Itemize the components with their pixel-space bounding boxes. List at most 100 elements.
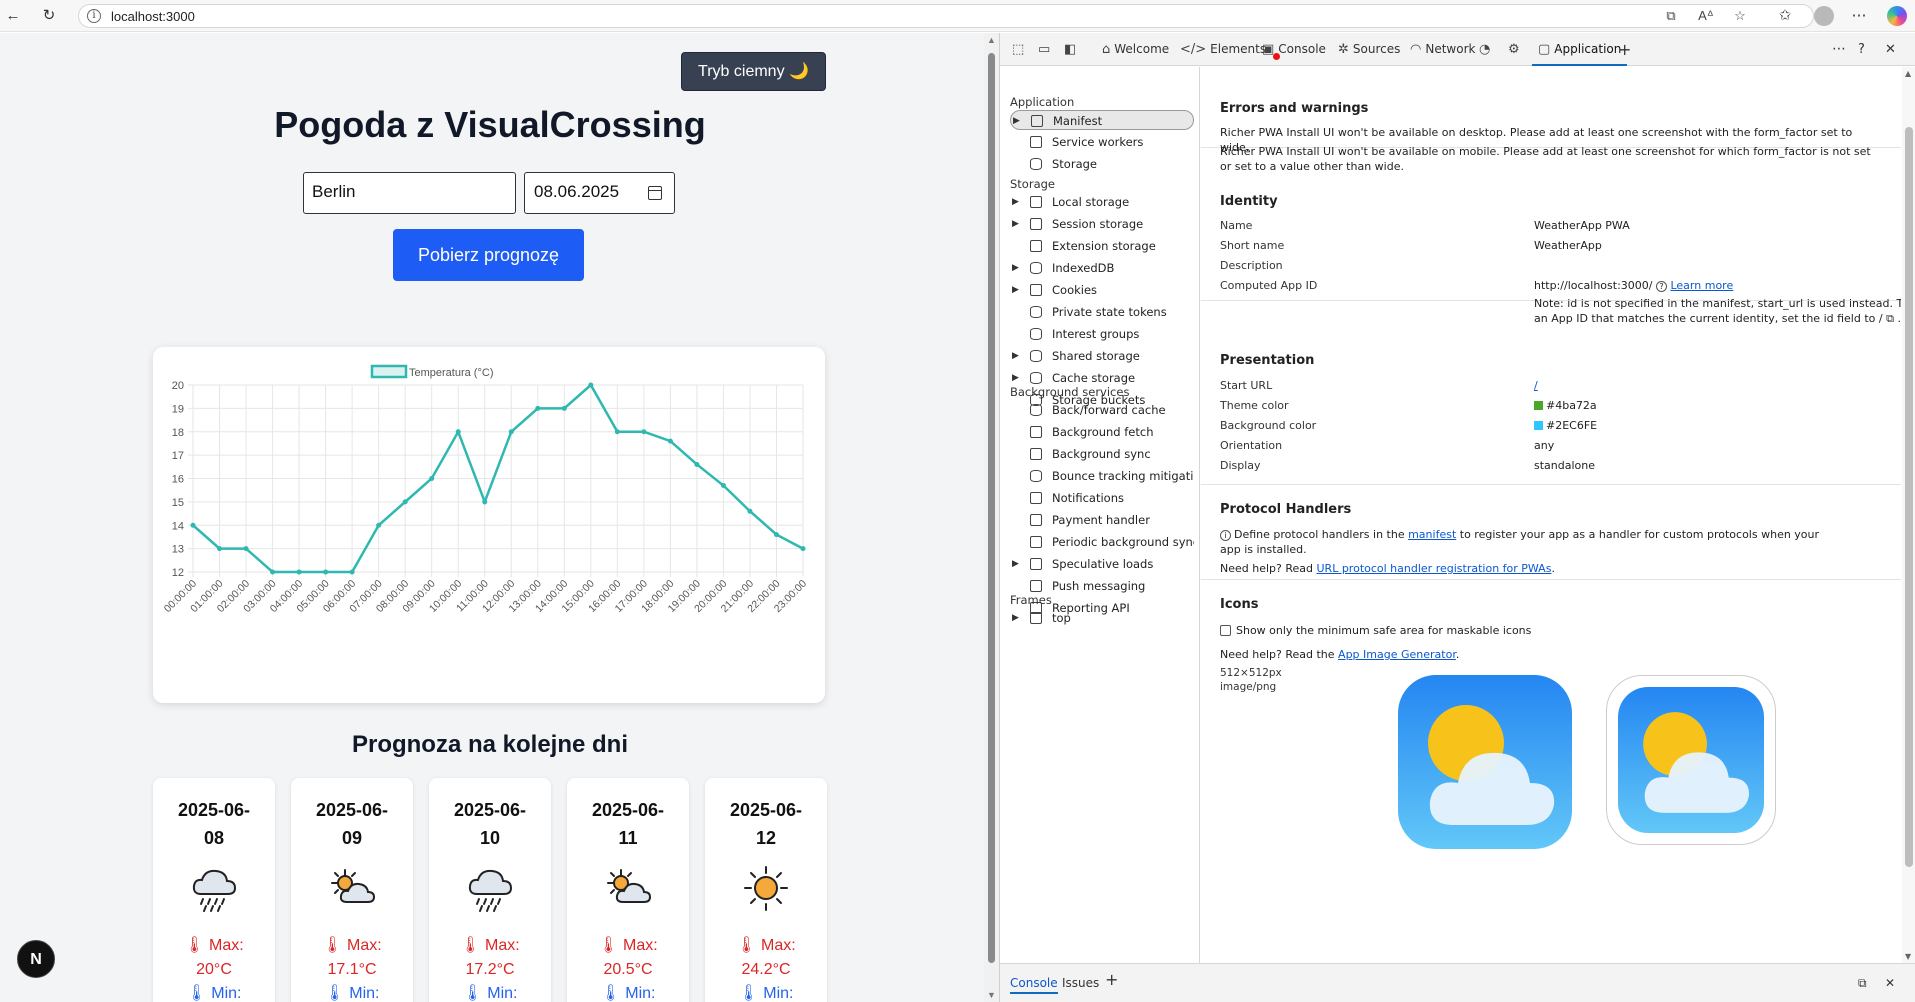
expand-arrow-icon[interactable]: ▶	[1012, 554, 1019, 574]
data-point	[270, 569, 276, 575]
add-tab-icon[interactable]: +	[1618, 33, 1631, 66]
tab-console[interactable]: ▣ Console	[1262, 33, 1326, 66]
sidebar-item-background-fetch[interactable]: Background fetch	[1010, 422, 1194, 442]
info-icon[interactable]: i	[87, 9, 101, 23]
help-circle-icon[interactable]: ?	[1655, 281, 1667, 292]
favorites-icon[interactable]: ✩	[1776, 7, 1794, 25]
sidebar-item-extension-storage[interactable]: Extension storage	[1010, 236, 1194, 256]
sidebar-item-cookies[interactable]: ▶ Cookies	[1010, 280, 1194, 300]
expand-arrow-icon[interactable]: ▶	[1012, 608, 1019, 628]
manifest-link[interactable]: manifest	[1408, 528, 1456, 541]
protocol-help-link[interactable]: URL protocol handler registration for PW…	[1317, 562, 1552, 575]
min-temp-label: 🌡 Min:	[186, 985, 242, 1002]
devtools-tabbar: ⬚ ▭ ◧ ⌂ Welcome </> Elements ▣ Console ✲ Sou…	[1000, 33, 1915, 66]
sidebar-item-service-workers[interactable]: Service workers	[1010, 132, 1194, 152]
sidebar-item-shared-storage[interactable]: ▶ Shared storage	[1010, 346, 1194, 366]
device-emulation-icon[interactable]: ▭	[1038, 33, 1054, 66]
open-in-app-icon[interactable]: ⧉	[1662, 8, 1680, 24]
help-icon[interactable]: ?	[1858, 33, 1865, 66]
settings-gear-icon[interactable]: ⚙	[1508, 33, 1524, 66]
devtools-scrollbar-thumb[interactable]	[1905, 127, 1913, 867]
browser-toolbar: ← ↻ i localhost:3000 ⧉ Aᐞ ☆ ✩ ⋯	[0, 0, 1915, 32]
profile-icon[interactable]	[1814, 6, 1834, 26]
back-arrow-icon[interactable]: ←	[4, 7, 22, 25]
expand-arrow-icon[interactable]: ▶	[1012, 214, 1019, 234]
page-scrollbar[interactable]: ▲ ▼	[984, 33, 999, 1002]
sidebar-item-notifications[interactable]: Notifications	[1010, 488, 1194, 508]
address-url[interactable]: localhost:3000	[111, 9, 195, 24]
sidebar-item-back-forward-cache[interactable]: Back/forward cache	[1010, 400, 1194, 420]
expand-arrow-icon[interactable]: ▶	[1012, 280, 1019, 300]
read-aloud-icon[interactable]: Aᐞ	[1697, 8, 1715, 24]
forecast-date: 2025-06- 09	[315, 800, 389, 848]
sidebar-item-speculative-loads[interactable]: ▶ Speculative loads	[1010, 554, 1194, 574]
orientation-label: Orientation	[1220, 439, 1283, 452]
data-point	[614, 429, 620, 435]
devtools-scrollbar[interactable]: ▲ ▼	[1902, 67, 1915, 963]
maskable-checkbox-row[interactable]: Show only the minimum safe area for mask…	[1220, 623, 1880, 638]
dark-mode-toggle-button[interactable]: Tryb ciemny 🌙	[681, 52, 826, 91]
nextjs-badge[interactable]: N	[17, 940, 55, 978]
tab-sources[interactable]: ✲ Sources	[1338, 33, 1400, 66]
sidebar-item-interest-groups[interactable]: Interest groups	[1010, 324, 1194, 344]
sidebar-item-storage[interactable]: Storage	[1010, 154, 1194, 174]
learn-more-link[interactable]: Learn more	[1670, 279, 1733, 292]
min-temp-label: 🌡 Min:	[462, 985, 518, 1002]
sidebar-item-indexeddb[interactable]: ▶ IndexedDB	[1010, 258, 1194, 278]
favorite-star-icon[interactable]: ☆	[1731, 8, 1749, 24]
expand-arrow-icon[interactable]: ▶	[1012, 258, 1019, 278]
home-icon: ⌂	[1102, 42, 1111, 57]
fetch-forecast-button[interactable]: Pobierz prognozę	[393, 229, 584, 281]
app-id-label: Computed App ID	[1220, 279, 1318, 292]
sidebar-item-session-storage[interactable]: ▶ Session storage	[1010, 214, 1194, 234]
close-devtools-icon[interactable]: ✕	[1885, 33, 1896, 66]
performance-icon[interactable]: ◔	[1479, 33, 1494, 66]
scroll-up-icon[interactable]: ▲	[1905, 69, 1911, 78]
expand-arrow-icon[interactable]: ▶	[1013, 111, 1020, 131]
date-input[interactable]: 08.06.2025	[524, 172, 675, 214]
cookie-icon	[1030, 284, 1042, 296]
sidebar-item-bounce-tracking-mitigati[interactable]: Bounce tracking mitigati...	[1010, 466, 1194, 486]
data-point	[482, 499, 488, 505]
sidebar-item-manifest[interactable]: ▶ Manifest	[1010, 110, 1194, 130]
sidebar-item-private-state-tokens[interactable]: Private state tokens	[1010, 302, 1194, 322]
sidebar-item-periodic-background-sync[interactable]: Periodic background sync	[1010, 532, 1194, 552]
dock-side-icon[interactable]: ◧	[1064, 33, 1080, 66]
expand-arrow-icon[interactable]: ▶	[1012, 346, 1019, 366]
data-point	[323, 569, 329, 575]
sidebar-item-background-sync[interactable]: Background sync	[1010, 444, 1194, 464]
app-image-generator-link[interactable]: App Image Generator	[1338, 648, 1456, 661]
sidebar-item-local-storage[interactable]: ▶ Local storage	[1010, 192, 1194, 212]
close-drawer-icon[interactable]: ✕	[1885, 972, 1895, 994]
tab-application[interactable]: ▢ Application	[1532, 33, 1628, 66]
sidebar-item-top[interactable]: ▶ top	[1010, 608, 1194, 628]
page-scrollbar-thumb[interactable]	[988, 53, 995, 963]
maskable-checkbox[interactable]	[1220, 625, 1231, 636]
refresh-icon[interactable]: ↻	[40, 7, 58, 25]
tab-elements[interactable]: </> Elements	[1180, 33, 1266, 66]
drawer-tab-console[interactable]: Console	[1010, 972, 1058, 994]
copy-icon[interactable]: ⧉	[1886, 312, 1894, 325]
web-page: Tryb ciemny 🌙 Pogoda z VisualCrossing Be…	[0, 33, 984, 1002]
device-inspect-icon[interactable]: ⬚	[1012, 33, 1028, 66]
bg-color-label: Background color	[1220, 419, 1317, 432]
address-bar[interactable]: i localhost:3000 ⧉ Aᐞ ☆	[78, 4, 1814, 28]
scroll-down-icon[interactable]: ▼	[986, 990, 997, 1000]
calendar-icon[interactable]	[648, 186, 662, 200]
more-icon[interactable]: ⋯	[1850, 7, 1868, 25]
copilot-icon[interactable]	[1887, 6, 1907, 26]
add-drawer-tab-icon[interactable]: +	[1105, 969, 1118, 991]
sidebar-item-payment-handler[interactable]: Payment handler	[1010, 510, 1194, 530]
devtools-more-icon[interactable]: ⋯	[1832, 33, 1846, 66]
expand-arrow-icon[interactable]: ▶	[1012, 192, 1019, 212]
start-url-link[interactable]: /	[1534, 379, 1538, 392]
tab-welcome[interactable]: ⌂ Welcome	[1102, 33, 1169, 66]
clock-icon	[1030, 536, 1042, 548]
tab-network[interactable]: ◠ Network	[1410, 33, 1475, 66]
scroll-down-icon[interactable]: ▼	[1905, 952, 1911, 961]
city-input[interactable]: Berlin	[303, 172, 516, 214]
sun-icon	[741, 866, 791, 912]
drawer-tab-issues[interactable]: Issues	[1062, 972, 1099, 994]
scroll-up-icon[interactable]: ▲	[986, 35, 997, 45]
dock-drawer-icon[interactable]: ⧉	[1858, 972, 1867, 994]
